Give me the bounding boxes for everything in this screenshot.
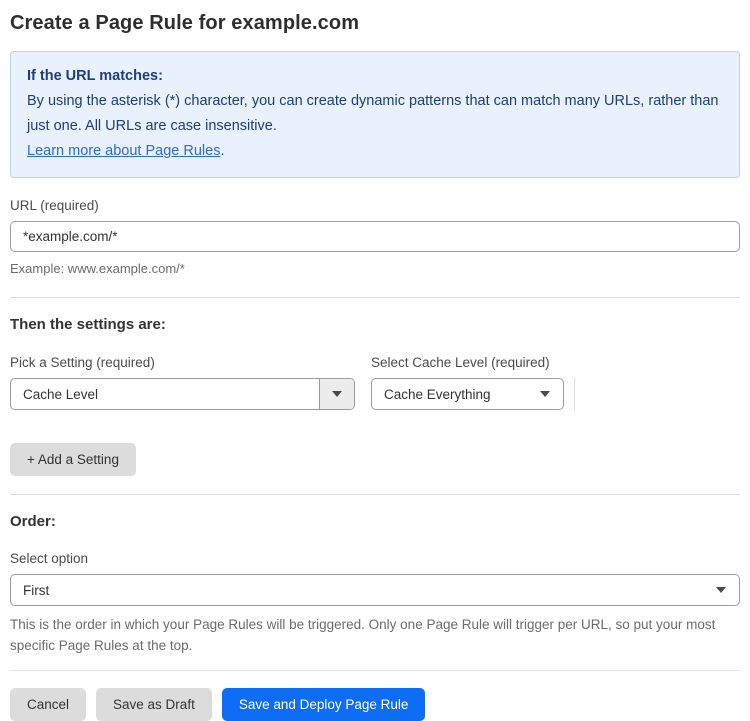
footer-actions: Cancel Save as Draft Save and Deploy Pag… (10, 688, 740, 721)
section-divider (10, 494, 740, 495)
chevron-down-icon (332, 391, 342, 397)
order-select-value: First (23, 582, 50, 598)
save-as-draft-button[interactable]: Save as Draft (96, 688, 212, 721)
setting-picker-column: Pick a Setting (required) Cache Level (10, 355, 355, 410)
cache-level-value: Cache Everything (384, 386, 491, 402)
order-select-arrow-pad (716, 587, 739, 593)
vertical-divider (574, 378, 575, 410)
info-banner-heading: If the URL matches: (27, 68, 163, 84)
order-section: Order: Select option First This is the o… (10, 513, 740, 656)
learn-more-link[interactable]: Learn more about Page Rules (27, 143, 220, 159)
ghost-rule-wrap (564, 355, 575, 410)
url-field-label: URL (required) (10, 198, 99, 213)
info-banner-link-line: Learn more about Page Rules. (27, 139, 723, 164)
link-period: . (220, 143, 225, 159)
order-select-label: Select option (10, 551, 89, 566)
setting-picker-select[interactable]: Cache Level (10, 378, 355, 410)
setting-picker-label: Pick a Setting (required) (10, 355, 155, 370)
url-match-info-banner: If the URL matches: By using the asteris… (10, 51, 740, 178)
cache-level-select[interactable]: Cache Everything (371, 378, 564, 410)
chevron-down-icon (716, 587, 726, 593)
order-select[interactable]: First (10, 574, 740, 606)
url-example-help: Example: www.example.com/* (10, 261, 185, 276)
settings-row: Pick a Setting (required) Cache Level Se… (10, 355, 740, 410)
page-title: Create a Page Rule for example.com (10, 12, 360, 34)
save-and-deploy-button[interactable]: Save and Deploy Page Rule (221, 688, 426, 721)
cache-level-label: Select Cache Level (required) (371, 355, 550, 370)
order-help-text: This is the order in which your Page Rul… (10, 617, 716, 653)
add-setting-button[interactable]: + Add a Setting (10, 443, 136, 476)
section-divider (10, 297, 740, 298)
settings-section-heading: Then the settings are: (10, 316, 166, 333)
create-page-rule-form: Create a Page Rule for example.com If th… (0, 0, 750, 721)
url-input[interactable] (10, 221, 740, 252)
cache-level-column-wrap: Select Cache Level (required) Cache Ever… (371, 355, 575, 410)
info-banner-body: By using the asterisk (*) character, you… (27, 93, 719, 134)
cache-level-arrow-pad (540, 391, 563, 397)
footer-divider (10, 670, 740, 671)
setting-picker-value: Cache Level (23, 386, 99, 402)
cache-level-column: Select Cache Level (required) Cache Ever… (371, 355, 564, 410)
cancel-button[interactable]: Cancel (10, 688, 87, 721)
setting-picker-arrow-section[interactable] (319, 379, 354, 409)
order-section-heading: Order: (10, 513, 56, 530)
chevron-down-icon (540, 391, 550, 397)
